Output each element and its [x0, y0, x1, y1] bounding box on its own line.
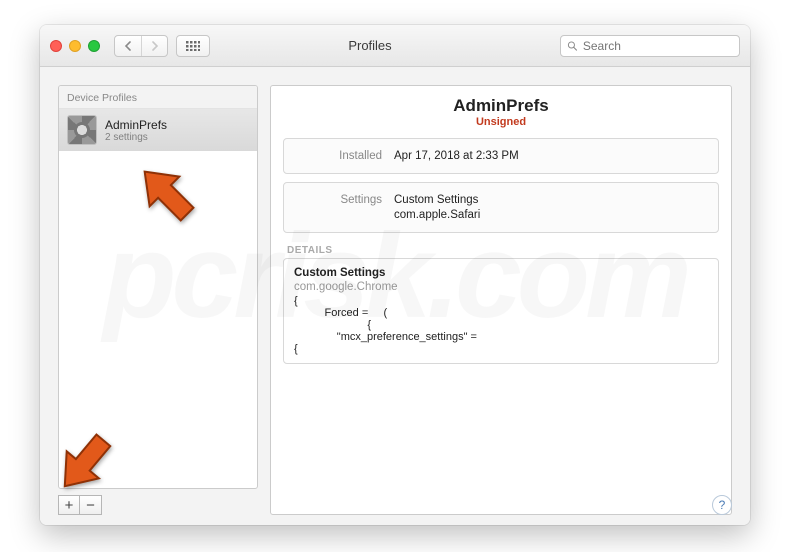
add-remove-toolbar: + − — [58, 495, 258, 515]
zoom-window-icon[interactable] — [88, 40, 100, 52]
installed-value: Apr 17, 2018 at 2:33 PM — [394, 150, 519, 162]
section-header: Device Profiles — [59, 86, 257, 109]
window-title: Profiles — [218, 38, 552, 53]
show-all-button[interactable] — [176, 35, 210, 57]
remove-profile-button[interactable]: − — [80, 495, 102, 515]
profile-name: AdminPrefs — [105, 118, 167, 132]
titlebar: Profiles — [40, 25, 750, 67]
search-input[interactable] — [583, 39, 733, 53]
nav-back-forward — [114, 35, 168, 57]
search-field-wrapper[interactable] — [560, 35, 740, 57]
settings-label: Settings — [294, 194, 382, 206]
details-body: Custom Settings com.google.Chrome { Forc… — [283, 258, 719, 364]
minimize-window-icon[interactable] — [69, 40, 81, 52]
detail-title: AdminPrefs — [283, 96, 719, 116]
gear-icon — [67, 115, 97, 145]
sidebar: Device Profiles AdminPrefs 2 settings + … — [58, 85, 258, 515]
settings-value-1: Custom Settings — [394, 194, 478, 206]
details-heading: Custom Settings — [294, 267, 708, 279]
window-body: Device Profiles AdminPrefs 2 settings + … — [40, 67, 750, 525]
profile-list: Device Profiles AdminPrefs 2 settings — [58, 85, 258, 489]
details-code: { Forced = ( { "mcx_preference_settings"… — [294, 295, 708, 355]
detail-pane: AdminPrefs Unsigned Installed Apr 17, 20… — [270, 85, 732, 515]
settings-value-2: com.apple.Safari — [394, 209, 480, 221]
forward-button[interactable] — [141, 36, 167, 56]
close-window-icon[interactable] — [50, 40, 62, 52]
help-button[interactable]: ? — [712, 495, 732, 515]
profile-subtitle: 2 settings — [105, 132, 167, 143]
back-button[interactable] — [115, 36, 141, 56]
details-domain: com.google.Chrome — [294, 281, 398, 293]
settings-card: Settings Custom Settings com.apple.Safar… — [283, 182, 719, 233]
search-icon — [567, 40, 578, 52]
profile-meta: AdminPrefs 2 settings — [105, 118, 167, 143]
add-profile-button[interactable]: + — [58, 495, 80, 515]
details-section-label: DETAILS — [283, 241, 719, 258]
window-controls — [50, 40, 106, 52]
profile-row-adminprefs[interactable]: AdminPrefs 2 settings — [59, 109, 257, 151]
installed-card: Installed Apr 17, 2018 at 2:33 PM — [283, 138, 719, 174]
status-badge: Unsigned — [283, 116, 719, 128]
preferences-window: Profiles Device Profiles AdminPrefs 2 se… — [40, 25, 750, 525]
installed-label: Installed — [294, 150, 382, 162]
